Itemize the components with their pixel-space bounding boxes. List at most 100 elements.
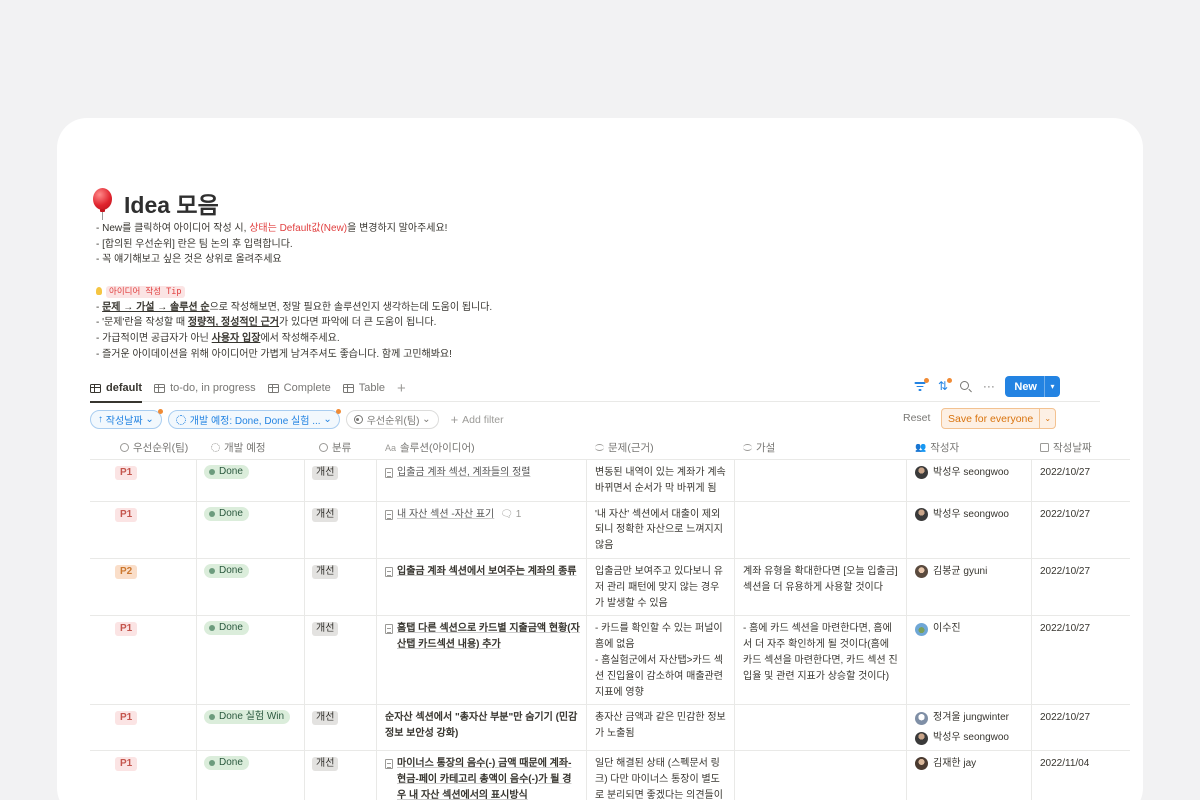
- hypothesis-cell[interactable]: [735, 705, 907, 750]
- chevron-down-icon: ⌄: [419, 414, 431, 425]
- date-cell[interactable]: 2022/10/27: [1032, 616, 1130, 704]
- status-tag[interactable]: Done: [204, 621, 249, 636]
- hypothesis-cell[interactable]: - 홈에 카드 섹션을 마련한다면, 홈에서 더 자주 확인하게 될 것이다(홈…: [735, 616, 907, 705]
- category-tag[interactable]: 개선: [312, 622, 339, 637]
- table-row[interactable]: P1 Done 개선 홈탭 다른 섹션으로 카드별 지출금액 현황(자산탭 카드…: [90, 616, 1130, 706]
- category-tag[interactable]: 개선: [312, 466, 339, 480]
- reset-button[interactable]: Reset: [903, 412, 930, 424]
- status-tag[interactable]: Done: [204, 755, 249, 770]
- table-row[interactable]: P1 Done 개선 입출금 계좌 섹션, 계좌들의 정렬 변동된 내역이 있는…: [90, 460, 1130, 502]
- hypothesis-cell[interactable]: [735, 750, 907, 800]
- status-filter-pill[interactable]: 개발 예정: Done, Done 실험 ... ⌄: [167, 409, 341, 429]
- date-cell[interactable]: 2022/10/27: [1032, 502, 1130, 558]
- intro-line: - New를 클릭하여 아이디어 작성 시, 상태는 Default값(New)…: [96, 223, 448, 234]
- avatar: [915, 466, 928, 480]
- sort-icon[interactable]: ⇅: [936, 378, 953, 393]
- avatar: [915, 507, 928, 521]
- date-cell[interactable]: 2022/10/27: [1032, 559, 1130, 615]
- column-header[interactable]: 문제(근거): [587, 436, 735, 459]
- solution-link[interactable]: 순자산 섹션에서 "총자산 부분"만 숨기기 (민감정보 보안성 강화): [385, 712, 577, 739]
- more-icon[interactable]: ···: [982, 380, 995, 393]
- status-icon: [175, 414, 186, 425]
- tip-line: - '문제'란을 작성할 때 정량적, 정성적인 근거가 있다면 파악에 더 큰…: [96, 317, 437, 329]
- tab-default[interactable]: default: [90, 375, 143, 403]
- status-tag[interactable]: Done: [204, 465, 249, 479]
- comment-icon: 🗨︎: [500, 508, 516, 520]
- page-header: Idea 모음: [90, 186, 219, 220]
- problem-cell[interactable]: 총자산 금액과 같은 민감한 정보가 노출됨: [587, 705, 735, 750]
- add-filter-button[interactable]: + Add filter: [451, 412, 504, 427]
- column-header[interactable]: 분류: [305, 436, 377, 459]
- search-icon[interactable]: [959, 380, 972, 393]
- filter-icon[interactable]: [913, 378, 930, 393]
- solution-link[interactable]: 홈탭 다른 섹션으로 카드별 지출금액 현황(자산탭 카드섹션 내용) 추가: [397, 621, 580, 653]
- category-tag[interactable]: 개선: [312, 711, 339, 726]
- priority-tag[interactable]: P1: [115, 756, 138, 771]
- priority-tag[interactable]: P1: [115, 466, 138, 480]
- priority-filter-pill[interactable]: 우선순위(팀) ⌄: [345, 410, 439, 429]
- column-header[interactable]: Aa 솔루션(아이디어): [377, 436, 587, 459]
- author[interactable]: 박성우 seongwoo: [915, 507, 1025, 523]
- author[interactable]: 이수진: [915, 621, 1025, 637]
- status-tag[interactable]: Done 실험 Win: [204, 710, 291, 725]
- priority-tag[interactable]: P2: [115, 564, 138, 579]
- chevron-down-icon[interactable]: ▾: [1044, 376, 1060, 397]
- solution-link[interactable]: 입출금 계좌 섹션, 계좌들의 정렬: [397, 465, 531, 481]
- tab-table[interactable]: Table: [342, 375, 385, 402]
- table-row[interactable]: P2 Done 개선 입출금 계좌 섹션에서 보여주는 계좌의 종류 입출금만 …: [90, 558, 1130, 617]
- solution-link[interactable]: 입출금 계좌 섹션에서 보여주는 계좌의 종류: [397, 564, 577, 580]
- priority-tag[interactable]: P1: [115, 507, 138, 522]
- problem-cell[interactable]: 입출금만 보여주고 있다보니 유저 관리 패턴에 맞지 않는 경우가 발생할 수…: [587, 558, 735, 616]
- table-row[interactable]: P1 Done 개선 마이너스 통장의 음수(-) 금액 때문에 계좌-현금-페…: [90, 750, 1130, 800]
- author[interactable]: 김봉균 gyuni: [915, 564, 1025, 580]
- author[interactable]: 박성우 seongwoo: [915, 730, 1025, 746]
- date-cell[interactable]: 2022/11/04: [1032, 751, 1130, 800]
- page-card: Idea 모음 - New를 클릭하여 아이디어 작성 시, 상태는 Defau…: [57, 118, 1143, 800]
- page-title[interactable]: Idea 모음: [124, 186, 219, 220]
- hypothesis-cell[interactable]: [735, 460, 907, 501]
- hypothesis-cell[interactable]: 계좌 유형을 확대한다면 [오늘 입출금] 섹션을 더 유용하게 사용할 것이다: [735, 558, 907, 616]
- problem-cell[interactable]: 변동된 내역이 있는 계좌가 계속 바뀌면서 순서가 막 바뀌게 됨: [587, 460, 735, 501]
- column-header[interactable]: 작성날짜: [1032, 436, 1130, 459]
- priority-tag[interactable]: P1: [115, 622, 138, 637]
- column-header[interactable]: 개발 예정: [197, 436, 305, 459]
- balloon-icon[interactable]: [90, 188, 116, 220]
- tab-complete[interactable]: Complete: [267, 375, 331, 402]
- author[interactable]: 박성우 seongwoo: [915, 465, 1025, 481]
- table-row[interactable]: P1 Done 실험 Win 개선 순자산 섹션에서 "총자산 부분"만 숨기기…: [90, 705, 1130, 751]
- category-tag[interactable]: 개선: [312, 756, 339, 771]
- add-view-icon[interactable]: +: [397, 381, 406, 396]
- table-header: 우선순위(팀) 개발 예정 분류 Aa 솔루션(아이디어) 문제(근거) 가설 👥…: [90, 436, 1130, 460]
- comment-count[interactable]: 🗨︎ 1: [500, 507, 521, 523]
- problem-cell[interactable]: '내 자산' 섹션에서 대출이 제외되니 정확한 자산으로 느껴지지 않음: [587, 501, 735, 558]
- column-header[interactable]: 가설: [735, 436, 907, 459]
- date-cell[interactable]: 2022/10/27: [1032, 705, 1130, 750]
- priority-tag[interactable]: P1: [115, 711, 138, 726]
- select-icon: [120, 443, 129, 452]
- chevron-down-icon[interactable]: ⌄: [1039, 409, 1055, 428]
- problem-cell[interactable]: 일단 해결된 상태 (스펙문서 링크) 다만 마이너스 통장이 별도로 분리되면…: [587, 750, 735, 800]
- column-header[interactable]: 우선순위(팀): [90, 436, 197, 459]
- page-icon: [385, 468, 393, 478]
- author[interactable]: 정겨울 jungwinter: [915, 710, 1025, 726]
- problem-cell[interactable]: - 카드를 확인할 수 있는 퍼널이 홈에 없음 - 홈실험군에서 자산탭>카드 …: [587, 616, 735, 705]
- filter-bar: ↑ 작성날짜 ⌄ 개발 예정: Done, Done 실험 ... ⌄ 우선순위…: [90, 409, 504, 429]
- solution-link[interactable]: 내 자산 섹션 -자산 표기: [397, 509, 494, 520]
- column-header[interactable]: 👥 작성자: [907, 436, 1032, 459]
- date-cell[interactable]: 2022/10/27: [1032, 460, 1130, 501]
- category-tag[interactable]: 개선: [312, 507, 339, 522]
- status-tag[interactable]: Done: [204, 563, 249, 578]
- new-button[interactable]: New ▾: [1005, 376, 1060, 397]
- ideas-table: 우선순위(팀) 개발 예정 분류 Aa 솔루션(아이디어) 문제(근거) 가설 👥…: [90, 436, 1130, 800]
- solution-link[interactable]: 마이너스 통장의 음수(-) 금액 때문에 계좌-현금-페이 카테고리 총액이 …: [397, 756, 580, 800]
- category-tag[interactable]: 개선: [312, 564, 339, 579]
- hypothesis-cell[interactable]: [735, 501, 907, 558]
- author[interactable]: 김재한 jay: [915, 756, 1025, 772]
- status-tag[interactable]: Done: [204, 506, 249, 521]
- people-icon: 👥: [915, 442, 927, 452]
- sort-pill[interactable]: ↑ 작성날짜 ⌄: [90, 409, 163, 429]
- tip-line: - 문제 → 가설 → 솔루션 순으로 작성해보면, 정말 필요한 솔루션인지 …: [96, 301, 493, 313]
- tab-todo[interactable]: to-do, in progress: [154, 375, 256, 402]
- table-row[interactable]: P1 Done 개선 내 자산 섹션 -자산 표기 🗨︎ 1 '내 자산' 섹션에…: [90, 501, 1130, 559]
- save-for-everyone-button[interactable]: Save for everyone ⌄: [941, 408, 1057, 429]
